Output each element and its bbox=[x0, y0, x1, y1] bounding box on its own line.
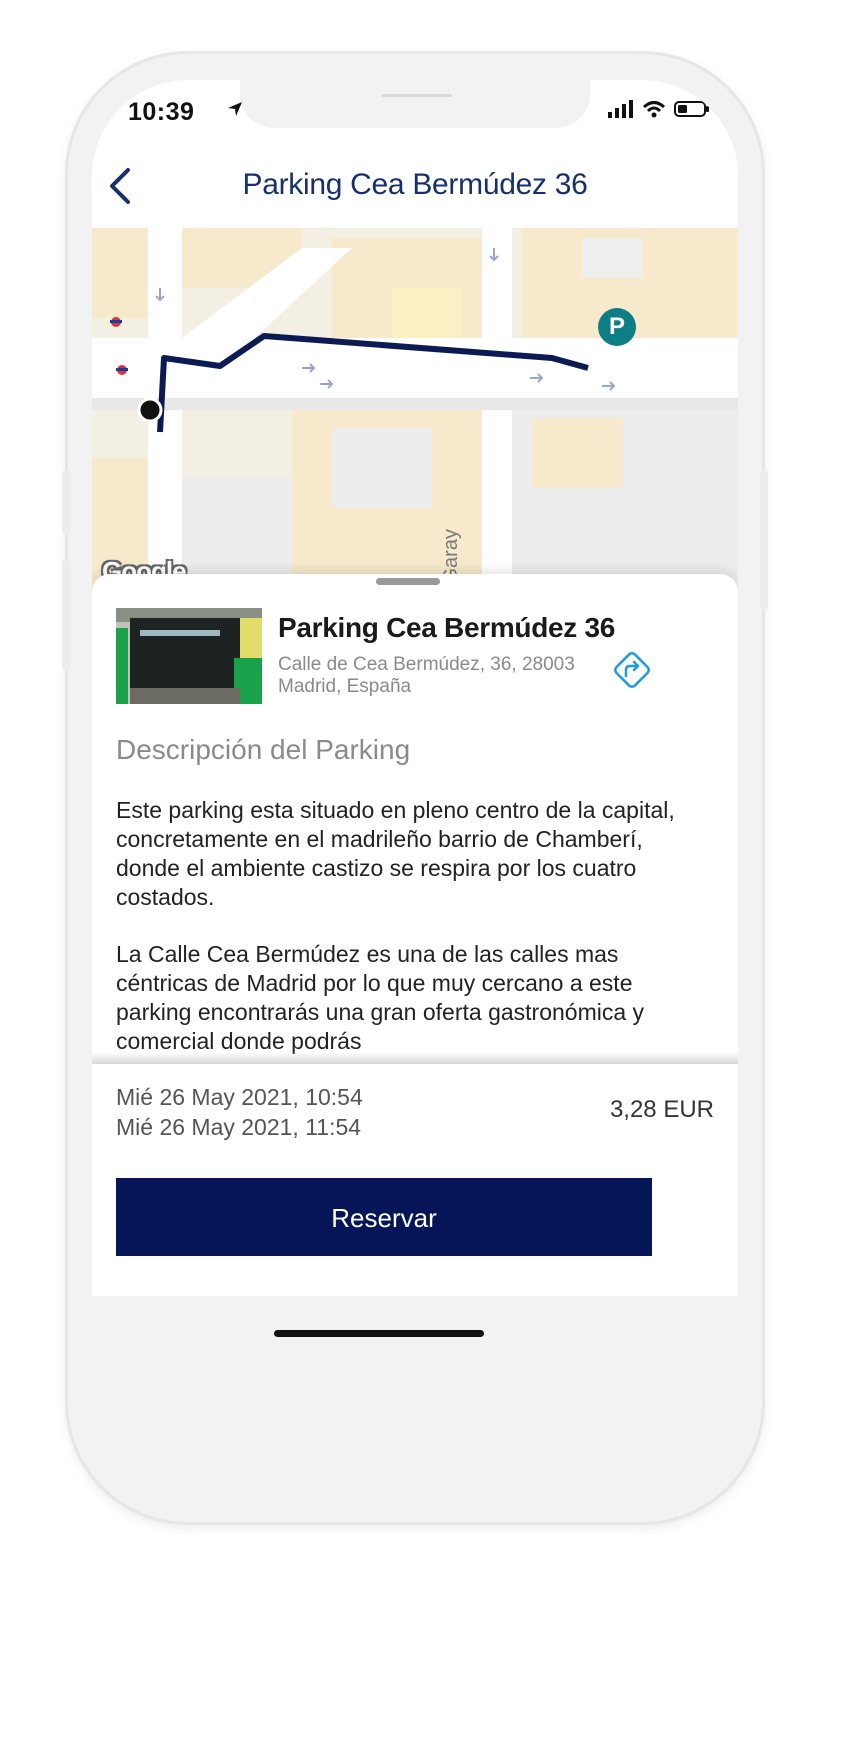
directions-button[interactable] bbox=[612, 650, 652, 690]
parking-marker[interactable]: P bbox=[598, 308, 636, 346]
header: Parking Cea Bermúdez 36 bbox=[92, 144, 738, 230]
side-button bbox=[62, 560, 70, 670]
phone-screen: 10:39 Parking Cea Bermúdez 36 P Google P… bbox=[92, 80, 738, 1496]
address-line-1: Calle de Cea Bermúdez, 36, 28003 bbox=[278, 654, 575, 675]
booking-price: 3,28 EUR bbox=[609, 1096, 714, 1123]
description-body: Este parking esta situado en pleno centr… bbox=[116, 796, 676, 1064]
page-title: Parking Cea Bermúdez 36 bbox=[242, 168, 588, 201]
scroll-fade bbox=[92, 1052, 738, 1064]
booking-footer: Mié 26 May 2021, 10:54 Mié 26 May 2021, … bbox=[92, 1064, 738, 1496]
home-indicator[interactable] bbox=[274, 1330, 484, 1337]
sheet-grabber[interactable] bbox=[376, 578, 440, 585]
wifi-icon bbox=[642, 101, 666, 118]
garage-image bbox=[116, 608, 262, 704]
status-icons bbox=[608, 100, 710, 118]
end-datetime: Mié 26 May 2021, 11:54 bbox=[116, 1114, 362, 1140]
side-button bbox=[760, 470, 768, 610]
parking-address: Calle de Cea Bermúdez, 36, 28003 Madrid,… bbox=[278, 654, 608, 698]
directions-icon bbox=[614, 652, 650, 688]
description-paragraph: La Calle Cea Bermúdez es una de las call… bbox=[116, 941, 645, 1054]
status-time: 10:39 bbox=[128, 98, 195, 126]
speaker bbox=[382, 94, 452, 97]
parking-name: Parking Cea Bermúdez 36 bbox=[278, 612, 616, 643]
parking-photo bbox=[116, 608, 262, 704]
booking-dates: Mié 26 May 2021, 10:54 Mié 26 May 2021, … bbox=[116, 1082, 363, 1142]
battery-icon bbox=[674, 101, 709, 117]
description-title: Descripción del Parking bbox=[116, 734, 411, 765]
address-line-2: Madrid, España bbox=[278, 676, 412, 697]
start-datetime: Mié 26 May 2021, 10:54 bbox=[116, 1084, 363, 1110]
location-arrow-icon bbox=[228, 102, 242, 116]
description-paragraph: Este parking esta situado en pleno centr… bbox=[116, 797, 675, 910]
reserve-button[interactable]: Reservar bbox=[116, 1178, 652, 1256]
side-button bbox=[62, 470, 70, 534]
details-sheet: Parking Cea Bermúdez 36 Calle de Cea Ber… bbox=[92, 574, 738, 1064]
bottom-area bbox=[92, 1296, 738, 1496]
cellular-signal-icon bbox=[608, 100, 633, 118]
notch bbox=[240, 80, 590, 128]
